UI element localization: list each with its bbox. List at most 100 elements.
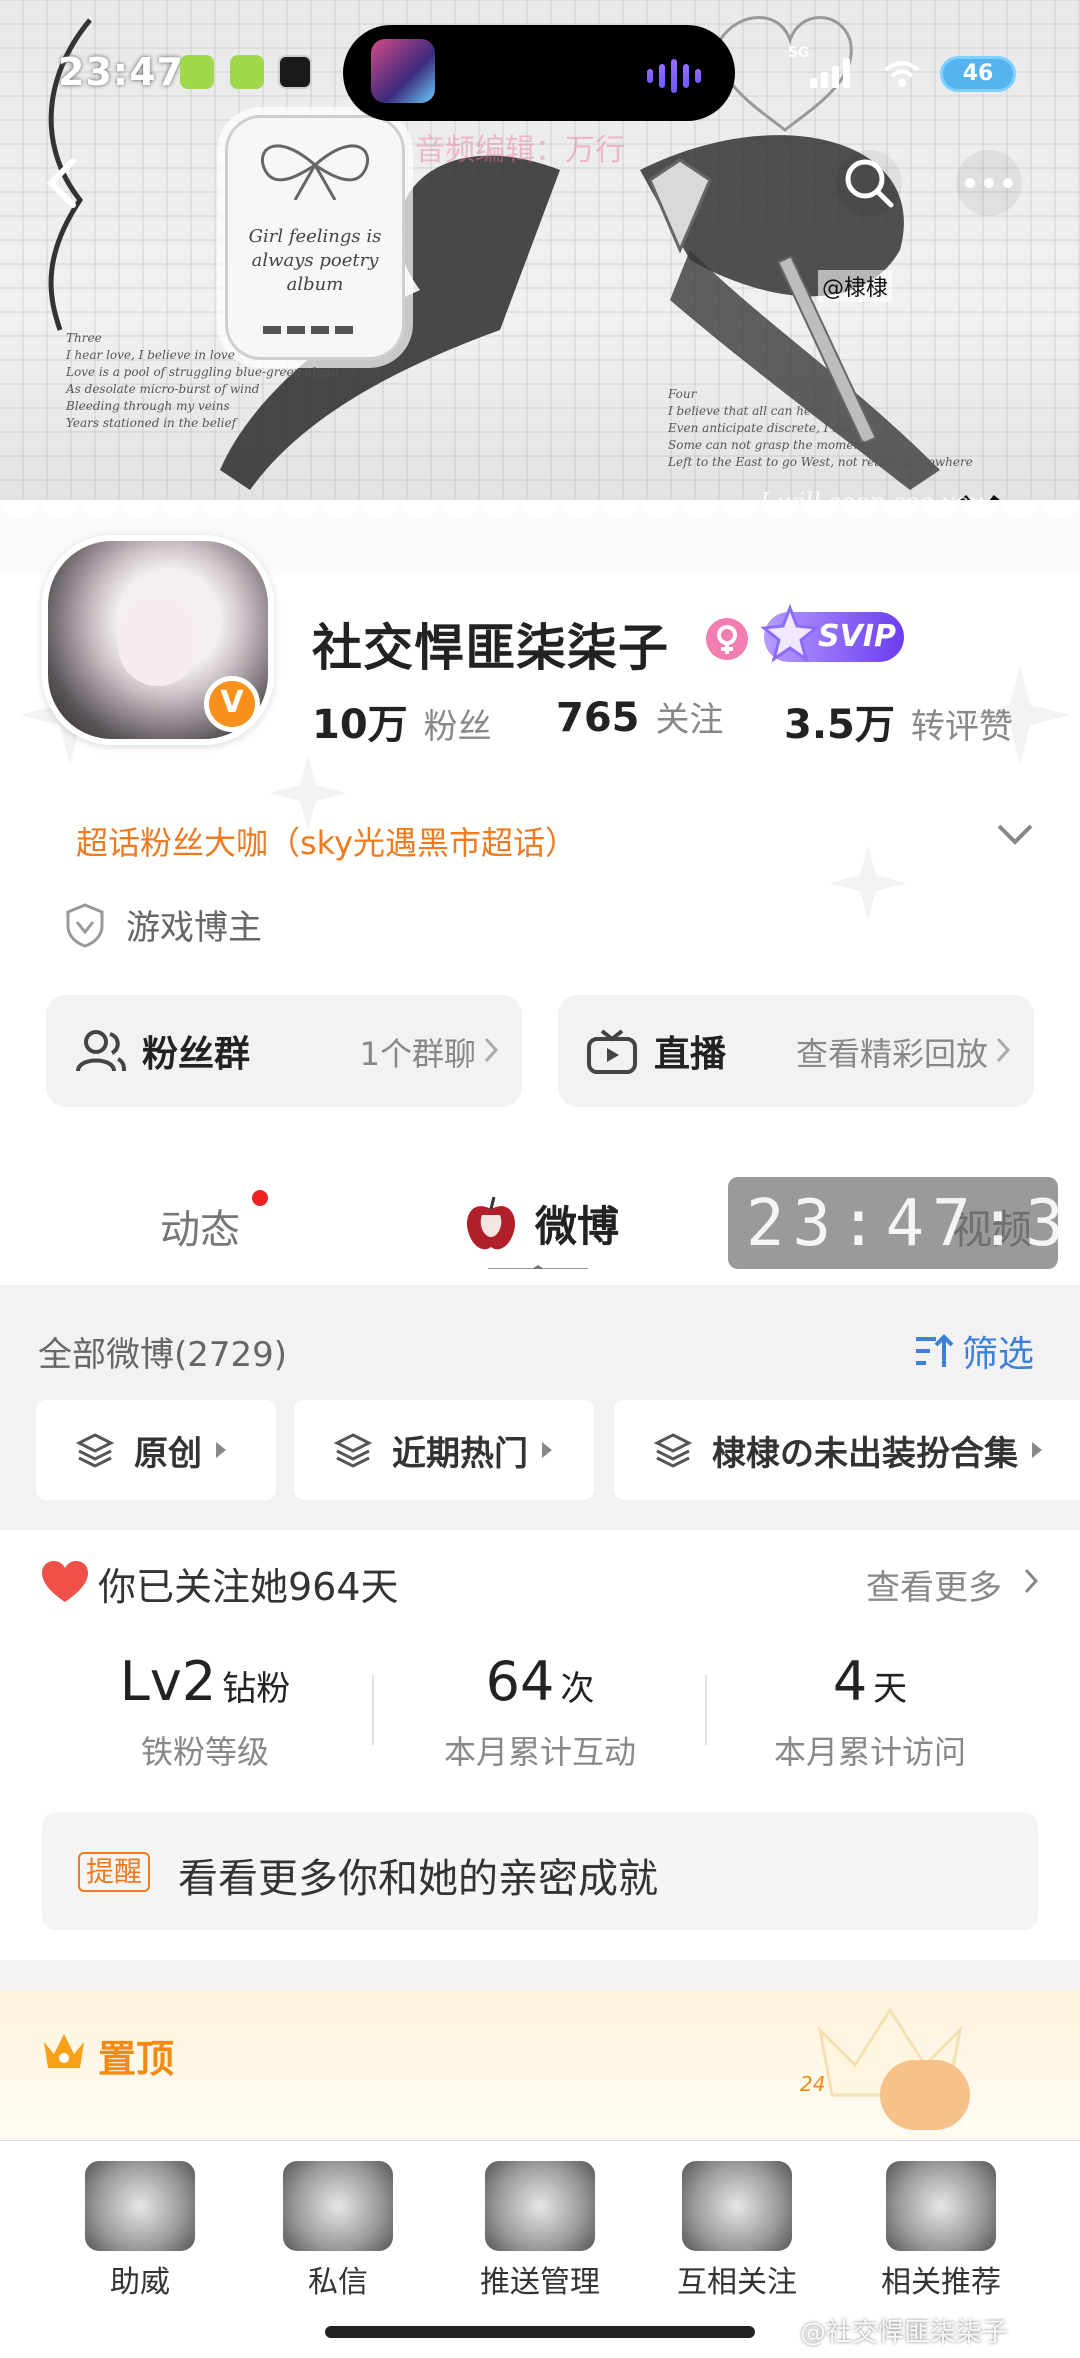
chevron-right-icon[interactable] [1022,1566,1040,1596]
metric-visits[interactable]: 4天 本月累计访问 [705,1650,1035,1773]
achievement-reminder[interactable]: 提醒 看看更多你和她的亲密成就 [42,1812,1038,1930]
metric-fan-level[interactable]: Lv2 钻粉 铁粉等级 [40,1650,370,1773]
stat-engagement[interactable]: 3.5万 转评赞 [784,692,1013,750]
more-button[interactable] [956,150,1022,216]
divider [372,1675,374,1745]
message-button[interactable]: 私信 [253,2161,423,2301]
female-gender-icon [706,618,748,660]
banner-handle: @棣棣 [818,270,893,302]
creator-tag: 游戏博主 [64,900,262,949]
tab-weibo[interactable]: 微博 [535,1193,619,1254]
stat-label: 关注 [655,700,724,740]
caret-right-icon [1032,1442,1042,1458]
heart-icon [42,1561,88,1602]
recommend-icon [886,2161,996,2251]
bow-icon [260,144,370,200]
bottom-label: 互相关注 [677,2265,797,2300]
floating-clock-time: 23:47:39 [746,1187,1080,1261]
metric-unit: 天 [873,1669,908,1709]
chip-recent-hot[interactable]: 近期热门 [294,1400,594,1500]
bottom-label: 助威 [110,2265,170,2300]
caret-right-icon [542,1442,552,1458]
mutual-follow-icon [682,2161,792,2251]
chevron-right-icon [996,1037,1011,1063]
cheer-button[interactable]: 助威 [55,2161,225,2301]
unread-dot [252,1190,268,1206]
live-button[interactable]: 直播 查看精彩回放 [558,995,1034,1107]
stat-value: 765 [556,695,640,741]
layers-icon [76,1433,114,1468]
pinned-title: 置顶 [98,2037,175,2081]
poem-left: Three I hear love, I believe in love Lov… [66,331,339,430]
feed-header: 全部微博(2729) 筛选 原创 近期热门 棣棣の未出装扮合集 [0,1285,1080,1530]
chip-label: 原创 [134,1433,202,1474]
floating-clock: 23:47:39 [728,1177,1080,1269]
metric-interactions[interactable]: 64 次 本月累计互动 [375,1650,705,1773]
chevron-right-icon [484,1037,499,1063]
creator-tag-label: 游戏博主 [126,908,262,948]
fans-group-sub: 1个群聊 [359,1035,476,1073]
bottom-label: 相关推荐 [881,2265,1001,2300]
profile-tabs: 动态 微博 视频 23:47:39 [0,1145,1080,1285]
signal-icon [810,58,850,88]
users-icon [76,1030,126,1072]
more-dots-icon [965,178,1013,188]
poem-right: Four I believe that all can hear Even an… [668,387,973,469]
audio-wave-icon [647,59,701,93]
chevron-down-icon[interactable] [995,822,1035,846]
stat-label: 粉丝 [423,707,492,747]
stat-value: 3.5万 [784,702,895,748]
filter-icon [916,1334,954,1367]
chip-label: 棣棣の未出装扮合集 [712,1433,1018,1474]
metric-value: 64 [485,1650,555,1713]
home-indicator[interactable] [325,2326,755,2338]
mutual-follow-button[interactable]: 互相关注 [652,2161,822,2301]
filter-button[interactable]: 筛选 [914,1325,1034,1377]
cheer-icon [85,2161,195,2251]
follow-info-card: 你已关注她964天 查看更多 Lv2 钻粉 铁粉等级 64 次 本月累计互动 4天 … [0,1530,1080,1960]
apple-icon [466,1196,516,1250]
chip-collection[interactable]: 棣棣の未出装扮合集 [614,1400,1080,1500]
see-more-link[interactable]: 查看更多 [866,1560,1002,1609]
network-type: 5G [788,45,810,61]
active-tab-indicator [488,1265,588,1269]
status-bar: 23:47 5G 46 [0,0,1080,140]
bottom-watermark: @社交悍匪柒柒子 [800,2318,1009,2348]
metric-value: Lv2 [119,1650,217,1713]
metric-unit: 钻粉 [222,1669,291,1709]
metric-label: 铁粉等级 [140,1733,269,1771]
layers-icon [334,1433,372,1468]
dynamic-island[interactable] [343,25,735,121]
avatar-face [118,596,198,686]
remind-text: 看看更多你和她的亲密成就 [178,1856,658,1902]
fans-group-button[interactable]: 粉丝群 1个群聊 [46,995,522,1107]
follow-duration: 你已关注她964天 [98,1565,399,1609]
chaohua-fan-title[interactable]: 超话粉丝大咖（sky光遇黑市超话） [76,818,577,864]
pinned-badge: 24 [800,2072,826,2096]
album-card-text: Girl feelings is always poetry album [248,226,382,295]
stat-following[interactable]: 765 关注 [556,692,724,741]
push-settings-icon [485,2161,595,2251]
back-button[interactable] [30,150,96,216]
tab-dongtai[interactable]: 动态 [160,1197,240,1255]
message-icon [283,2161,393,2251]
live-sub: 查看精彩回放 [795,1035,988,1073]
search-icon [845,159,894,208]
all-weibo-count: 全部微博(2729) [38,1335,288,1375]
metric-label: 本月累计访问 [773,1733,966,1771]
caret-right-icon [216,1442,226,1458]
crown-icon [44,2034,84,2068]
push-settings-button[interactable]: 推送管理 [455,2161,625,2301]
chip-original[interactable]: 原创 [36,1400,276,1500]
fans-group-title: 粉丝群 [142,1034,251,1075]
chevron-left-icon [46,158,76,208]
recommend-button[interactable]: 相关推荐 [856,2161,1026,2301]
stat-fans[interactable]: 10万 粉丝 [312,692,492,750]
music-app-icon-2 [230,55,264,89]
bottom-label: 推送管理 [480,2265,600,2300]
shiba-sticker [880,2060,970,2130]
remind-tag: 提醒 [78,1852,151,1892]
calendar-icon [278,55,312,89]
tv-icon [587,1029,637,1074]
search-button[interactable] [836,150,902,216]
